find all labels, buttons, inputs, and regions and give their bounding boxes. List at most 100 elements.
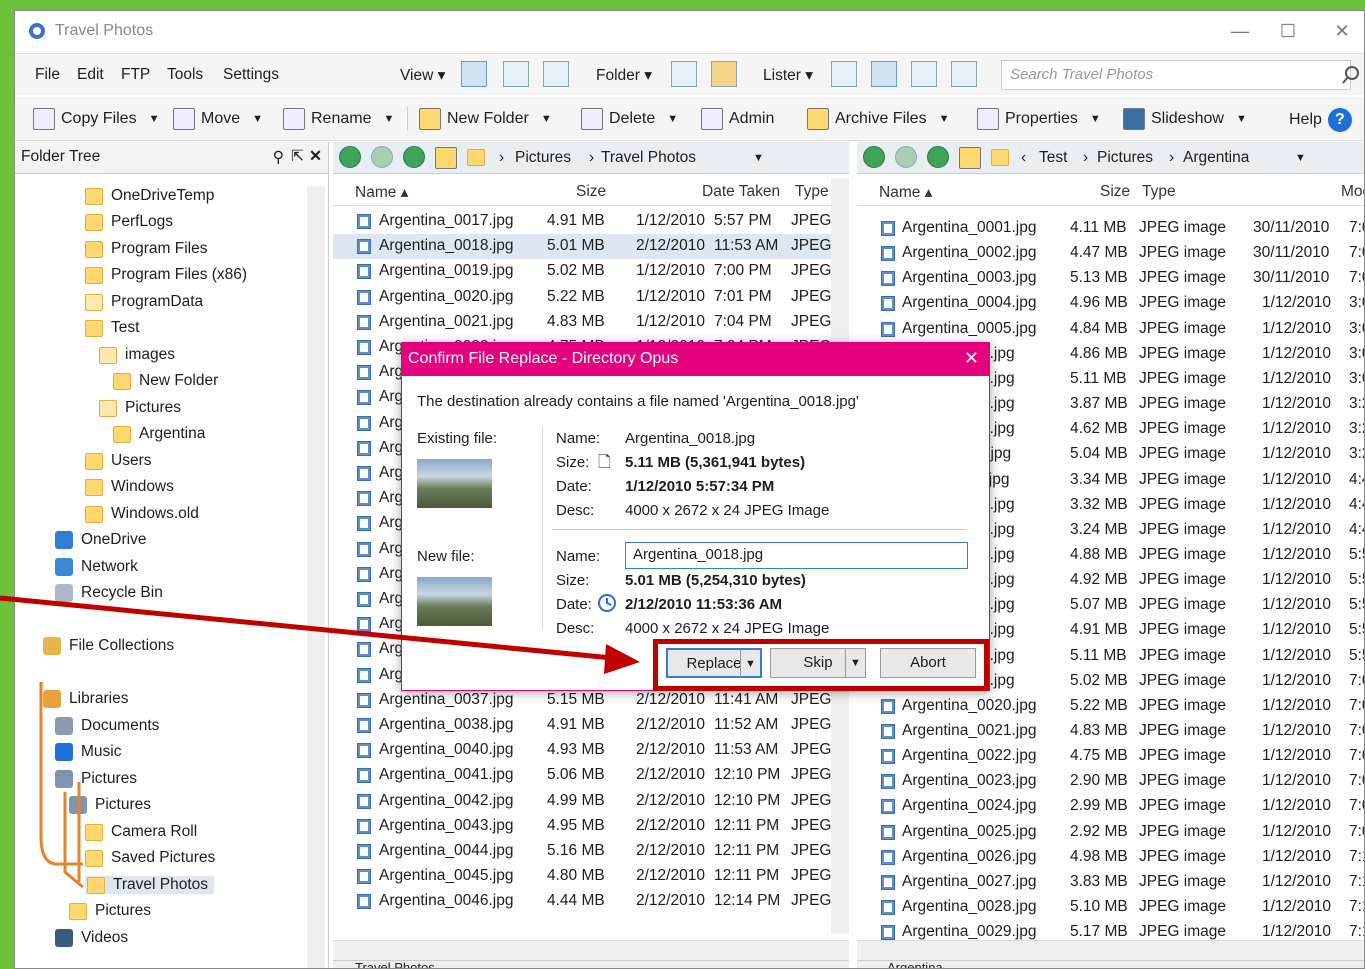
lister-layout-4-icon[interactable]	[951, 61, 977, 87]
up-icon[interactable]	[927, 146, 949, 168]
table-row[interactable]: Argentina_0023.jpg 2.90 MB JPEG image 1/12/…	[857, 769, 1364, 794]
back-icon[interactable]	[339, 146, 361, 168]
tab-travel-photos[interactable]: Travel Photos	[355, 960, 435, 968]
column-type[interactable]: Type	[795, 183, 829, 201]
column-date-taken[interactable]: Date Taken	[702, 183, 780, 201]
favorites-icon[interactable]	[959, 147, 981, 169]
maximize-button[interactable]: ☐	[1268, 17, 1308, 45]
table-row[interactable]: Argentina_0027.jpg 3.83 MB JPEG image 1/12/…	[857, 870, 1364, 895]
favorites-icon[interactable]	[435, 147, 457, 169]
details-view-button[interactable]	[461, 61, 487, 87]
table-row[interactable]: Argentina_0002.jpg 4.47 MB JPEG image 30/11…	[857, 241, 1364, 266]
table-row[interactable]: Argentina_0019.jpg 5.02 MB 1/12/2010 7:00 P…	[333, 259, 849, 284]
chevron-down-icon[interactable]: ▼	[1295, 152, 1306, 164]
rename-button[interactable]: Rename ▼	[283, 108, 394, 130]
breadcrumb-test[interactable]: Test	[1039, 149, 1067, 167]
table-row[interactable]: Argentina_0046.jpg 4.44 MB 2/12/2010 12:14 …	[333, 889, 849, 914]
right-horizontal-scrollbar[interactable]	[857, 940, 1364, 960]
folder-layout-2-icon[interactable]	[711, 61, 737, 87]
column-name[interactable]: Name ▴	[355, 183, 408, 202]
table-row[interactable]: Argentina_0018.jpg 5.01 MB 2/12/2010 11:53 …	[333, 234, 849, 260]
thumbnail-view-button[interactable]	[543, 61, 569, 87]
table-row[interactable]: Argentina_0042.jpg 4.99 MB 2/12/2010 12:10 …	[333, 789, 849, 814]
chevron-down-icon[interactable]: ▼	[541, 113, 552, 125]
menu-edit[interactable]: Edit	[77, 66, 104, 84]
admin-button[interactable]: Admin	[701, 108, 774, 130]
minimize-button[interactable]: —	[1220, 17, 1260, 45]
left-horizontal-scrollbar[interactable]	[333, 940, 849, 960]
archive-files-button[interactable]: Archive Files ▼	[807, 108, 949, 130]
file-size: 4.88 MB	[1070, 545, 1128, 563]
move-button[interactable]: Move ▼	[173, 108, 263, 130]
chevron-down-icon[interactable]: ▼	[667, 113, 678, 125]
chevron-down-icon[interactable]: ▼	[149, 113, 160, 125]
column-size[interactable]: Size	[576, 183, 606, 201]
column-modified[interactable]: Moc	[1341, 183, 1364, 201]
table-row[interactable]: Argentina_0025.jpg 2.92 MB JPEG image 1/12/…	[857, 820, 1364, 845]
table-row[interactable]: Argentina_0020.jpg 5.22 MB 1/12/2010 7:01 P…	[333, 285, 849, 310]
delete-button[interactable]: Delete ▼	[581, 108, 678, 130]
slideshow-button[interactable]: Slideshow ▼	[1123, 108, 1247, 130]
table-row[interactable]: Argentina_0037.jpg 5.15 MB 2/12/2010 11:41 …	[333, 688, 849, 713]
up-icon[interactable]	[403, 146, 425, 168]
table-row[interactable]: Argentina_0017.jpg 4.91 MB 1/12/2010 5:57 P…	[333, 209, 849, 234]
table-row[interactable]: Argentina_0004.jpg 4.96 MB JPEG image 1/12/…	[857, 291, 1364, 316]
breadcrumb-pictures[interactable]: Pictures	[1097, 149, 1153, 167]
menu-file[interactable]: File	[35, 66, 60, 84]
chevron-down-icon[interactable]: ▼	[939, 113, 950, 125]
table-row[interactable]: Argentina_0021.jpg 4.83 MB JPEG image 1/12/…	[857, 719, 1364, 744]
chevron-down-icon[interactable]: ▼	[252, 113, 263, 125]
menu-ftp[interactable]: FTP	[121, 66, 150, 84]
dual-lister-icon[interactable]	[871, 61, 897, 87]
chevron-down-icon[interactable]: ▼	[383, 113, 394, 125]
lister-layout-1-icon[interactable]	[831, 61, 857, 87]
column-type[interactable]: Type	[1142, 183, 1176, 201]
properties-button[interactable]: Properties ▼	[977, 108, 1101, 130]
table-row[interactable]: Argentina_0045.jpg 4.80 MB 2/12/2010 12:11 …	[333, 864, 849, 889]
view-menu[interactable]: View ▾	[400, 66, 445, 85]
file-type: JPEG image	[1139, 445, 1227, 463]
search-input[interactable]: Search Travel Photos	[1001, 60, 1351, 90]
menu-tools[interactable]: Tools	[167, 66, 203, 84]
table-row[interactable]: Argentina_0040.jpg 4.93 MB 2/12/2010 11:53 …	[333, 738, 849, 763]
table-row[interactable]: Argentina_0020.jpg 5.22 MB JPEG image 1/12/…	[857, 694, 1364, 719]
slideshow-label: Slideshow	[1151, 110, 1224, 127]
power-view-button[interactable]	[503, 61, 529, 87]
table-row[interactable]: Argentina_0001.jpg 4.11 MB JPEG image 30/11…	[857, 216, 1364, 241]
table-row[interactable]: Argentina_0028.jpg 5.10 MB JPEG image 1/12/…	[857, 895, 1364, 920]
folder-menu[interactable]: Folder ▾	[596, 66, 652, 85]
table-row[interactable]: Argentina_0005.jpg 4.84 MB JPEG image 1/12/…	[857, 317, 1364, 342]
chevron-down-icon[interactable]: ▼	[1090, 113, 1101, 125]
table-row[interactable]: Argentina_0026.jpg 4.98 MB JPEG image 1/12/…	[857, 845, 1364, 870]
lister-menu[interactable]: Lister ▾	[763, 66, 813, 85]
close-button[interactable]: ✕	[1322, 17, 1362, 45]
lister-layout-3-icon[interactable]	[911, 61, 937, 87]
chevron-down-icon[interactable]: ▼	[753, 152, 764, 164]
column-size[interactable]: Size	[1100, 183, 1130, 201]
breadcrumb-pictures[interactable]: Pictures	[515, 149, 571, 167]
table-row[interactable]: Argentina_0044.jpg 5.16 MB 2/12/2010 12:11 …	[333, 839, 849, 864]
chevron-down-icon[interactable]: ▼	[1236, 113, 1247, 125]
dialog-close-icon[interactable]: ✕	[964, 348, 979, 369]
table-row[interactable]: Argentina_0041.jpg 5.06 MB 2/12/2010 12:10 …	[333, 763, 849, 788]
tab-argentina[interactable]: Argentina	[887, 960, 943, 968]
table-row[interactable]: Argentina_0022.jpg 4.75 MB JPEG image 1/12/…	[857, 744, 1364, 769]
folder-layout-icon[interactable]	[671, 61, 697, 87]
menu-settings[interactable]: Settings	[223, 66, 279, 84]
search-icon[interactable]	[1341, 65, 1361, 85]
forward-icon[interactable]	[895, 146, 917, 168]
table-row[interactable]: Argentina_0003.jpg 5.13 MB JPEG image 30/11…	[857, 266, 1364, 291]
forward-icon[interactable]	[371, 146, 393, 168]
table-row[interactable]: Argentina_0024.jpg 2.99 MB JPEG image 1/12/…	[857, 794, 1364, 819]
breadcrumb-argentina[interactable]: Argentina	[1183, 149, 1249, 167]
new-folder-button[interactable]: New Folder ▼	[419, 108, 552, 130]
back-icon[interactable]	[863, 146, 885, 168]
table-row[interactable]: Argentina_0038.jpg 4.91 MB 2/12/2010 11:52 …	[333, 713, 849, 738]
help-button[interactable]: Help?	[1289, 108, 1352, 132]
breadcrumb-travel-photos[interactable]: Travel Photos	[601, 149, 696, 167]
copy-files-button[interactable]: Copy Files ▼	[33, 108, 159, 130]
new-name-input[interactable]: Argentina_0018.jpg	[625, 542, 968, 569]
table-row[interactable]: Argentina_0021.jpg 4.83 MB 1/12/2010 7:04 P…	[333, 310, 849, 335]
column-name[interactable]: Name ▴	[879, 183, 932, 202]
table-row[interactable]: Argentina_0043.jpg 4.95 MB 2/12/2010 12:11 …	[333, 814, 849, 839]
